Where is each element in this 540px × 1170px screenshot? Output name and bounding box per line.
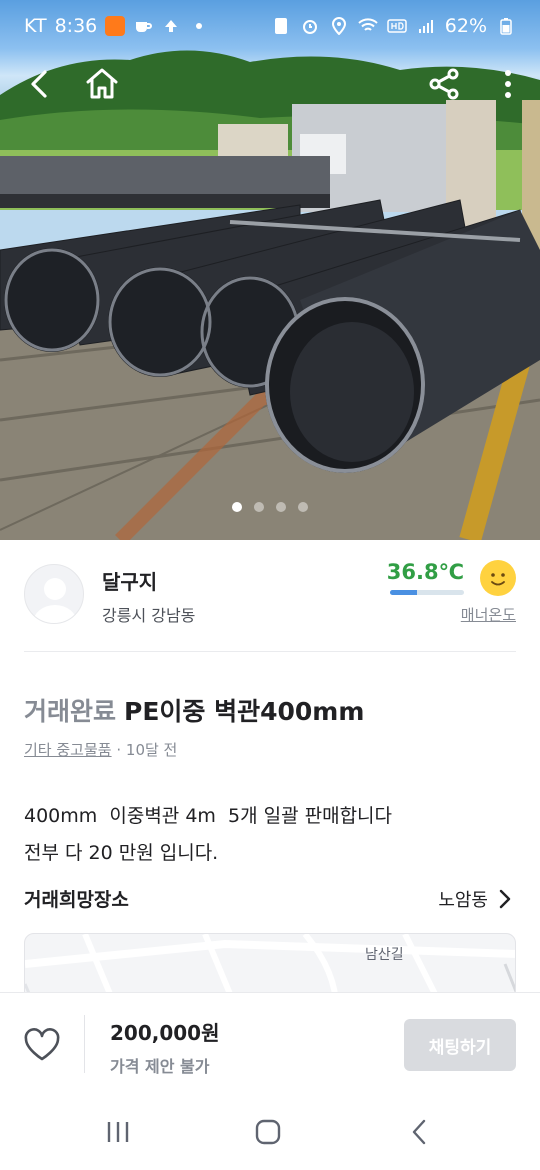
default-avatar-icon — [33, 578, 77, 623]
bottom-bar-divider — [84, 1015, 85, 1073]
more-button[interactable] — [486, 62, 530, 106]
pager-dot[interactable] — [254, 502, 264, 512]
avatar[interactable] — [24, 564, 84, 624]
posted-time: · 10달 전 — [116, 741, 178, 759]
hd-voice-icon — [387, 16, 407, 36]
home-icon — [86, 68, 118, 99]
seller-name: 달구지 — [102, 570, 158, 594]
listing-title-text: PE이중 벽관400mm — [124, 697, 365, 726]
top-navigation — [0, 56, 540, 112]
price: 200,000원 — [110, 1021, 220, 1045]
home-button[interactable] — [80, 62, 124, 106]
sim-lock-icon — [271, 16, 291, 36]
share-button[interactable] — [422, 62, 466, 106]
manner-temperature-value: 36.8℃ — [386, 560, 464, 584]
trade-status-badge: 거래완료 — [24, 697, 117, 726]
trade-place-label: 거래희망장소 — [24, 889, 129, 911]
status-bar: KT 8:36 62% — [0, 0, 540, 52]
signal-icon — [416, 16, 436, 36]
coffee-notification-icon — [133, 16, 153, 36]
bottom-action-bar: 200,000원 가격 제안 불가 채팅하기 — [0, 992, 540, 1092]
manner-temperature-bar — [390, 590, 464, 595]
more-notifications-dot-icon — [189, 16, 209, 36]
system-home-icon — [255, 1119, 281, 1145]
map-street-label: 남산길 — [365, 947, 404, 963]
battery-icon — [496, 16, 516, 36]
battery-percent: 62% — [444, 15, 487, 37]
upload-notification-icon — [161, 16, 181, 36]
section-divider — [24, 651, 516, 652]
alarm-icon — [300, 16, 320, 36]
manner-temperature-link[interactable]: 매너온도 — [461, 604, 516, 625]
trade-place-row[interactable]: 거래희망장소 노암동 — [24, 883, 516, 915]
product-photo[interactable]: KT 8:36 62% — [0, 0, 540, 540]
pager-dot[interactable] — [298, 502, 308, 512]
wifi-icon — [358, 16, 378, 36]
system-back-button[interactable] — [400, 1118, 440, 1146]
share-icon — [429, 68, 459, 100]
listing-title: 거래완료 PE이중 벽관400mm — [24, 692, 364, 728]
back-arrow-icon — [31, 70, 47, 98]
pager-dot[interactable] — [276, 502, 286, 512]
smiley-face-icon — [480, 560, 516, 596]
chevron-right-icon — [499, 889, 511, 909]
manner-temperature-fill — [390, 590, 418, 595]
carrier-label: KT — [24, 15, 47, 37]
more-vertical-icon — [505, 70, 511, 98]
photo-pager — [0, 502, 540, 512]
listing-meta: 기타 중고물품 · 10달 전 — [24, 739, 177, 760]
system-home-button[interactable] — [248, 1118, 288, 1146]
pager-dot[interactable] — [232, 502, 242, 512]
category-link[interactable]: 기타 중고물품 — [24, 741, 112, 759]
chat-button[interactable]: 채팅하기 — [404, 1019, 516, 1071]
recent-apps-icon — [107, 1122, 129, 1142]
clock: 8:36 — [54, 15, 98, 37]
back-button[interactable] — [18, 62, 62, 106]
trade-place-value: 노암동 — [438, 890, 488, 911]
favorite-heart-icon[interactable] — [22, 1027, 62, 1063]
seller-profile[interactable]: 달구지 강릉시 강남동 36.8℃ 매너온도 — [24, 560, 516, 632]
system-navigation-bar — [0, 1092, 540, 1170]
price-negotiation-label: 가격 제안 불가 — [110, 1057, 210, 1076]
app-notification-icon — [105, 16, 126, 36]
seller-location: 강릉시 강남동 — [102, 606, 196, 625]
recent-apps-button[interactable] — [98, 1118, 138, 1146]
system-back-icon — [412, 1119, 426, 1145]
location-icon — [329, 16, 349, 36]
listing-description: 400mm 이중벽관 4m 5개 일괄 판매합니다 전부 다 20 만원 입니다… — [24, 805, 393, 864]
